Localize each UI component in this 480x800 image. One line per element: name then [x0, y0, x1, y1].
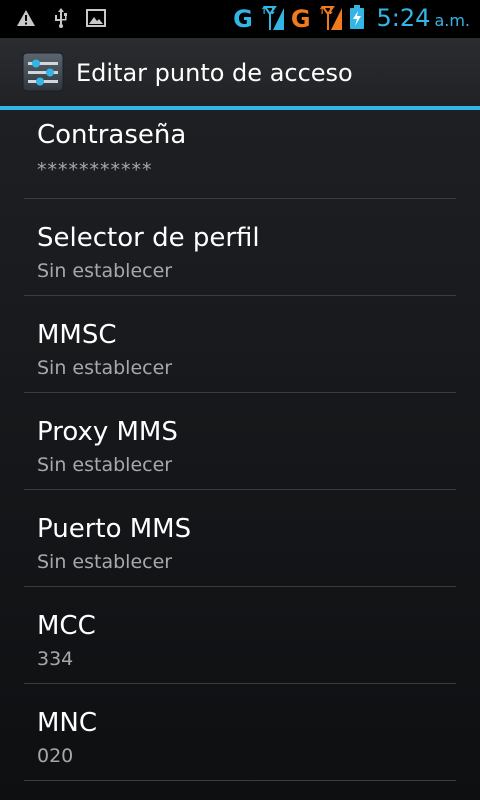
clock-time: 5:24 — [376, 3, 431, 32]
settings-sliders-icon[interactable] — [22, 52, 64, 92]
pref-summary: Sin establecer — [37, 357, 173, 379]
clock: 5:24 a.m. — [377, 4, 470, 35]
screen: G ↑↓ G ↑↓ 5:24 a.m. Editar punto de acce… — [0, 0, 480, 800]
pref-title: Selector de perfil — [37, 223, 260, 253]
pref-title: MNC — [37, 708, 98, 738]
pref-profile-selector[interactable]: Selector de perfil Sin establecer — [24, 199, 456, 296]
usb-icon — [54, 8, 68, 32]
image-icon — [86, 9, 106, 31]
pref-title: Proxy MMS — [37, 417, 178, 447]
pref-summary: 334 — [37, 648, 74, 670]
pref-mmsc[interactable]: MMSC Sin establecer — [24, 296, 456, 393]
status-bar: G ↑↓ G ↑↓ 5:24 a.m. — [0, 0, 480, 38]
pref-mnc[interactable]: MNC 020 — [24, 684, 456, 781]
pref-password[interactable]: Contraseña *********** — [24, 110, 456, 199]
pref-summary: Sin establecer — [37, 260, 173, 282]
pref-summary: Sin establecer — [37, 551, 173, 573]
preference-list[interactable]: Contraseña *********** Selector de perfi… — [0, 110, 480, 800]
battery-charging-icon — [349, 4, 365, 34]
network-type-sim1: G — [233, 5, 253, 33]
pref-summary: *********** — [37, 159, 153, 181]
network-type-sim2: G — [290, 5, 311, 33]
system-status: G ↑↓ G ↑↓ 5:24 a.m. — [233, 4, 470, 34]
pref-summary: Sin establecer — [37, 454, 173, 476]
pref-mms-port[interactable]: Puerto MMS Sin establecer — [24, 490, 456, 587]
pref-title: Puerto MMS — [37, 514, 192, 544]
signal-sim1-icon: ↑↓ — [259, 4, 285, 34]
pref-mcc[interactable]: MCC 334 — [24, 587, 456, 684]
pref-title: Contraseña — [37, 120, 187, 150]
action-bar: Editar punto de acceso — [0, 38, 480, 106]
page-title: Editar punto de acceso — [76, 59, 353, 87]
notification-icons — [16, 8, 106, 32]
signal-sim2-icon: ↑↓ — [317, 4, 343, 34]
pref-summary: 020 — [37, 745, 74, 767]
pref-title: MMSC — [37, 320, 117, 350]
warning-icon — [16, 9, 36, 31]
pref-mms-proxy[interactable]: Proxy MMS Sin establecer — [24, 393, 456, 490]
pref-title: MCC — [37, 611, 96, 641]
clock-ampm: a.m. — [434, 10, 470, 30]
